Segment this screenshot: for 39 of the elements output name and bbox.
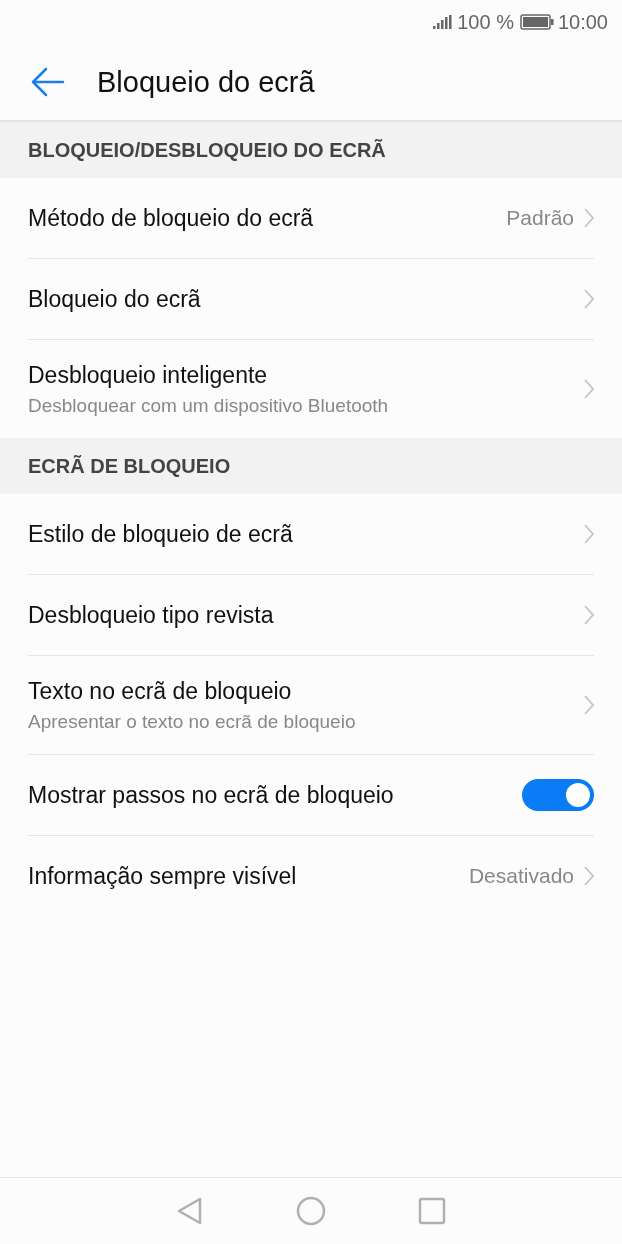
recents-nav-icon[interactable]: [418, 1197, 446, 1225]
chevron-icon: [584, 605, 594, 625]
row-label: Estilo de bloqueio de ecrã: [28, 520, 294, 548]
battery-icon: [519, 14, 554, 30]
page-title: Bloqueio do ecrã: [97, 65, 315, 99]
section-header: BLOQUEIO/DESBLOQUEIO DO ECRÃ: [28, 138, 386, 162]
row-subtitle: Desbloquear com um dispositivo Bluetooth: [28, 394, 390, 417]
chevron-icon: [584, 695, 594, 715]
chevron-icon: [584, 866, 594, 886]
chevron-icon: [584, 379, 594, 399]
settings-row[interactable]: Bloqueio do ecrã: [28, 259, 594, 340]
row-subtitle: Apresentar o texto no ecrã de bloqueio: [28, 710, 357, 733]
row-value: Desativado: [468, 864, 574, 888]
settings-row[interactable]: Mostrar passos no ecrã de bloqueio: [28, 755, 594, 836]
row-label: Mostrar passos no ecrã de bloqueio: [28, 781, 395, 809]
row-label: Texto no ecrã de bloqueio: [28, 677, 293, 705]
section-header: ECRÃ DE BLOQUEIO: [28, 454, 231, 478]
settings-row[interactable]: Desbloqueio inteligente Desbloquear com um dispositivo Bluetooth: [28, 340, 594, 438]
settings-row[interactable]: Informação sempre visível Desativado: [28, 836, 594, 916]
signal-icon: [433, 15, 454, 29]
row-label: Desbloqueio tipo revista: [28, 601, 275, 629]
settings-row[interactable]: Método de bloqueio do ecrã Padrão: [28, 178, 594, 259]
home-nav-icon[interactable]: [296, 1196, 326, 1226]
toggle-switch[interactable]: [522, 779, 594, 811]
row-value: Padrão: [506, 206, 574, 230]
settings-row[interactable]: Desbloqueio tipo revista: [28, 575, 594, 656]
back-icon[interactable]: [31, 67, 65, 97]
chevron-icon: [584, 208, 594, 228]
clock: 10:00: [557, 10, 608, 34]
row-label: Método de bloqueio do ecrã: [28, 204, 315, 232]
settings-row[interactable]: Estilo de bloqueio de ecrã: [28, 494, 594, 575]
back-nav-icon[interactable]: [176, 1196, 204, 1226]
chevron-icon: [584, 524, 594, 544]
row-label: Informação sempre visível: [28, 862, 298, 890]
battery-percent: 100 %: [457, 10, 514, 34]
chevron-icon: [584, 289, 594, 309]
settings-row[interactable]: Texto no ecrã de bloqueio Apresentar o texto no ecrã de bloqueio: [28, 656, 594, 755]
row-label: Desbloqueio inteligente: [28, 361, 269, 389]
row-label: Bloqueio do ecrã: [28, 285, 202, 313]
